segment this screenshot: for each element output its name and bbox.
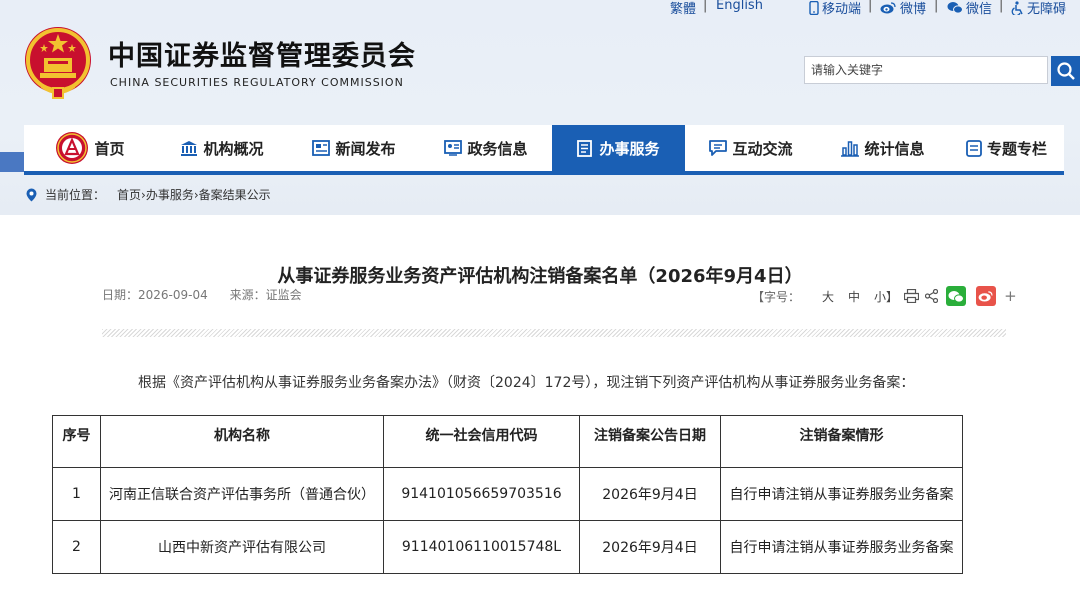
table-cell: 自行申请注销从事证券服务业务备案 xyxy=(720,467,963,521)
separator: | xyxy=(703,0,708,13)
nav-item-statistics[interactable]: 统计信息 xyxy=(817,125,949,171)
nav-item-news[interactable]: 新闻发布 xyxy=(288,125,420,171)
table-cell: 河南正信联合资产评估事务所（普通合伙） xyxy=(100,467,384,521)
nav-item-services[interactable]: 办事服务 xyxy=(552,125,685,171)
article-source: 来源：证监会 xyxy=(229,288,302,302)
article-body: 根据《资产评估机构从事证券服务业务备案办法》（财资〔2024〕172号），现注销… xyxy=(138,375,915,391)
article-date: 日期：2026-09-04 xyxy=(102,288,208,302)
share-icon[interactable] xyxy=(925,289,939,303)
nav-label: 专题专栏 xyxy=(986,139,1047,158)
table-cell: 91140106110015748L xyxy=(383,520,580,574)
header-background xyxy=(0,0,1080,215)
table-header: 机构名称 xyxy=(100,415,384,468)
print-icon[interactable] xyxy=(904,289,920,303)
separator: | xyxy=(934,0,939,13)
nav-item-home[interactable]: 首页 xyxy=(24,125,156,171)
info-icon xyxy=(444,140,463,156)
font-large-button[interactable]: 大 xyxy=(822,288,834,305)
nav-label: 互动交流 xyxy=(732,139,793,158)
share-wechat-button[interactable] xyxy=(946,286,967,306)
font-small-button[interactable]: 小】 xyxy=(874,288,898,305)
chat-icon xyxy=(709,140,728,156)
table-row: 1 河南正信联合资产评估事务所（普通合伙） 914101056659703516… xyxy=(52,467,963,521)
article-tools: 【字号： 大 中 小】 + xyxy=(752,286,1017,306)
share-weibo-button[interactable] xyxy=(976,286,997,306)
service-icon xyxy=(577,139,593,157)
news-icon xyxy=(312,140,331,156)
table-cell: 1 xyxy=(52,467,101,521)
table-header: 注销备案情形 xyxy=(720,415,963,468)
font-medium-button[interactable]: 中 xyxy=(848,288,860,305)
english-link[interactable]: English xyxy=(716,0,763,13)
nav-item-interaction[interactable]: 互动交流 xyxy=(685,125,817,171)
emblem-icon xyxy=(56,132,89,164)
main-navigation: 首页 机构概况 新闻发布 政务信息 办事服务 互动交流 统计信息 专题专栏 xyxy=(24,125,1064,175)
table-header-row: 序号 机构名称 统一社会信用代码 注销备案公告日期 注销备案情形 xyxy=(52,415,963,468)
nav-item-government-info[interactable]: 政务信息 xyxy=(420,125,552,171)
weibo-icon xyxy=(880,2,896,14)
wechat-icon xyxy=(948,290,965,303)
location-pin-icon xyxy=(26,188,37,201)
table-cell: 2026年9月4日 xyxy=(579,467,721,521)
nav-label: 首页 xyxy=(94,139,125,158)
phone-icon xyxy=(809,0,819,15)
accessibility-link[interactable]: 无障碍 xyxy=(1011,0,1066,17)
table-cell: 自行申请注销从事证券服务业务备案 xyxy=(720,520,963,574)
stats-icon xyxy=(841,140,860,157)
site-title: 中国证券监督管理委员会 xyxy=(108,41,416,72)
article-meta: 日期：2026-09-04 来源：证监会 xyxy=(102,286,320,303)
wechat-icon xyxy=(947,2,963,14)
institution-icon xyxy=(181,140,198,156)
traditional-chinese-link[interactable]: 繁體 xyxy=(670,0,696,17)
weibo-link[interactable]: 微博 xyxy=(880,0,926,17)
accessibility-icon xyxy=(1011,0,1023,15)
separator: | xyxy=(868,0,873,13)
table-cell: 2 xyxy=(52,520,101,574)
search-box xyxy=(804,56,1048,84)
search-input[interactable] xyxy=(805,57,1047,83)
table-cell: 山西中新资产评估有限公司 xyxy=(100,520,384,574)
table-header: 统一社会信用代码 xyxy=(383,415,580,468)
left-accent-tab xyxy=(0,152,24,172)
breadcrumb-path[interactable]: 首页›办事服务›备案结果公示 xyxy=(117,186,271,203)
nav-label: 政务信息 xyxy=(467,139,528,158)
nav-item-topics[interactable]: 专题专栏 xyxy=(949,125,1064,171)
table-cell: 914101056659703516 xyxy=(383,467,580,521)
font-size-label: 【字号： xyxy=(752,289,801,304)
nav-label: 办事服务 xyxy=(599,139,660,158)
nav-label: 机构概况 xyxy=(203,139,264,158)
breadcrumb-label: 当前位置： xyxy=(45,188,106,202)
hatched-divider xyxy=(102,329,1006,337)
article-title: 从事证券服务业务资产评估机构注销备案名单（2026年9月4日） xyxy=(277,266,803,287)
weibo-icon xyxy=(978,291,993,302)
top-utility-bar: 繁體 | English 移动端 | 微博 | 微信 | 无障碍 xyxy=(0,0,1080,17)
topic-icon xyxy=(966,139,982,157)
separator: | xyxy=(999,0,1004,13)
table-header: 序号 xyxy=(52,415,101,468)
nav-label: 新闻发布 xyxy=(335,139,396,158)
search-button[interactable] xyxy=(1051,56,1080,86)
table-row: 2 山西中新资产评估有限公司 91140106110015748L 2026年9… xyxy=(52,520,963,574)
nav-label: 统计信息 xyxy=(864,139,925,158)
site-title-english: CHINA SECURITIES REGULATORY COMMISSION xyxy=(110,76,404,89)
national-emblem-logo xyxy=(22,24,94,100)
breadcrumb: 当前位置： 首页›办事服务›备案结果公示 xyxy=(26,186,271,203)
search-icon xyxy=(1056,62,1075,80)
share-more-button[interactable]: + xyxy=(1004,287,1017,305)
table-header: 注销备案公告日期 xyxy=(579,415,721,468)
deregistration-table: 序号 机构名称 统一社会信用代码 注销备案公告日期 注销备案情形 1 河南正信联… xyxy=(52,415,963,574)
wechat-link[interactable]: 微信 xyxy=(947,0,992,17)
mobile-link[interactable]: 移动端 xyxy=(809,0,861,17)
table-cell: 2026年9月4日 xyxy=(579,520,721,574)
nav-item-institution[interactable]: 机构概况 xyxy=(156,125,288,171)
